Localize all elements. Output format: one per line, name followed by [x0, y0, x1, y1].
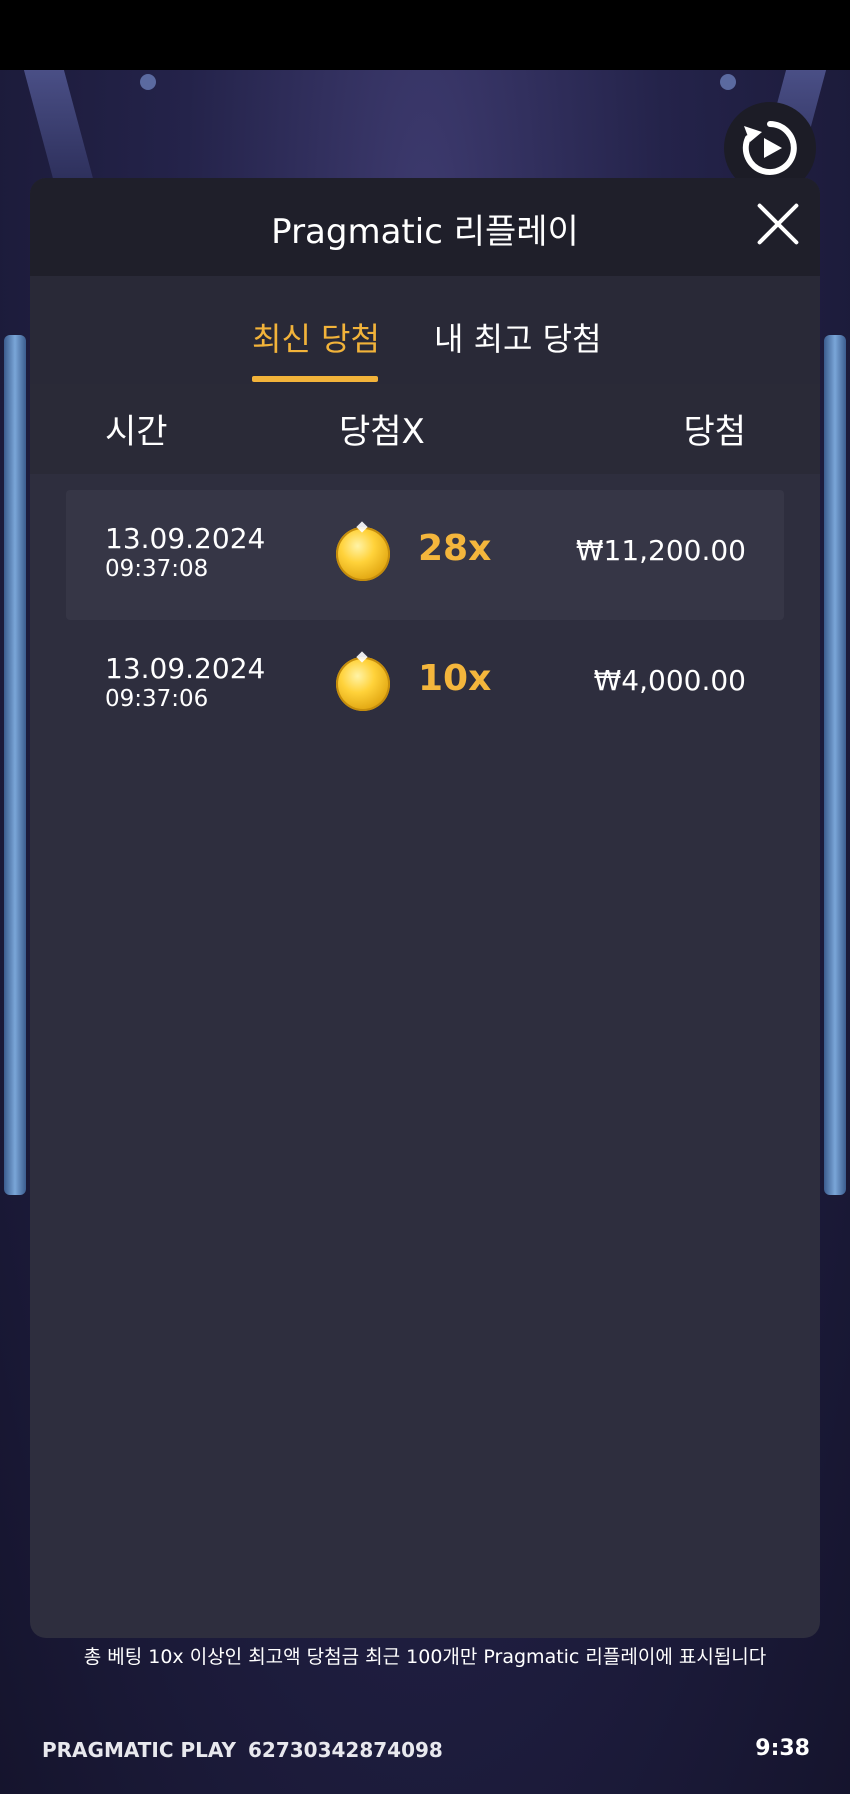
tab-bar: 최신 당첨 내 최고 당첨: [30, 276, 820, 384]
tab-latest-wins[interactable]: 최신 당첨: [252, 314, 380, 360]
row-date: 13.09.2024: [105, 522, 266, 555]
tab-my-best-wins[interactable]: 내 최고 당첨: [434, 314, 602, 360]
dialog-header: Pragmatic 리플레이: [30, 178, 820, 276]
background-bolt: [140, 74, 156, 90]
row-amount: ₩11,200.00: [575, 534, 746, 567]
coin-icon: [336, 657, 390, 711]
column-header-time: 시간: [105, 412, 168, 452]
row-time: 09:37:06: [105, 686, 209, 712]
active-tab-indicator: [252, 376, 378, 382]
row-time: 09:37:08: [105, 556, 209, 582]
table-row[interactable]: 13.09.2024 09:37:08 28x ₩11,200.00: [66, 490, 784, 620]
column-header-win: 당첨: [683, 412, 746, 452]
replay-icon: [742, 121, 797, 175]
row-multiplier: 28x: [418, 528, 492, 569]
replay-notice: 총 베팅 10x 이상인 최고액 당첨금 최근 100개만 Pragmatic …: [83, 1646, 767, 1668]
round-id: 62730342874098: [248, 1738, 443, 1762]
row-multiplier: 10x: [418, 658, 492, 699]
dialog-title: Pragmatic 리플레이: [271, 212, 579, 252]
close-icon[interactable]: [754, 200, 802, 248]
table-header: 시간 당첨X 당첨: [30, 384, 820, 474]
background-pillar: [4, 335, 26, 1195]
clock: 9:38: [755, 1736, 810, 1761]
row-amount: ₩4,000.00: [593, 664, 746, 697]
provider-logo: PRAGMATIC PLAY: [42, 1738, 236, 1762]
background-beam: [23, 70, 97, 190]
coin-icon: [336, 527, 390, 581]
status-bar: PRAGMATIC PLAY 62730342874098 9:38: [0, 1726, 850, 1776]
replay-dialog: Pragmatic 리플레이 최신 당첨 내 최고 당첨 시간 당첨X 당첨 1…: [30, 178, 820, 1638]
background-pillar: [824, 335, 846, 1195]
row-date: 13.09.2024: [105, 652, 266, 685]
table-row[interactable]: 13.09.2024 09:37:06 10x ₩4,000.00: [66, 620, 784, 750]
column-header-multiplier: 당첨X: [339, 412, 425, 452]
background-bolt: [720, 74, 736, 90]
